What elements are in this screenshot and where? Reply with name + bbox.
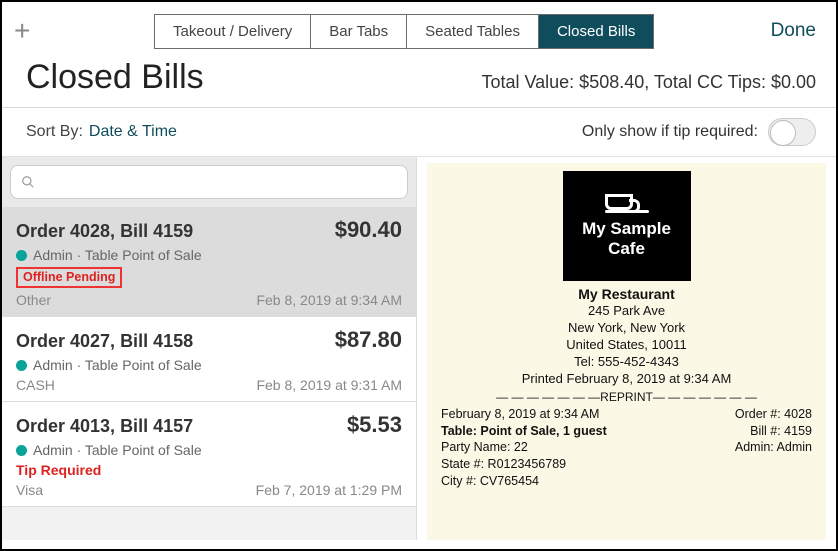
- tip-filter-toggle[interactable]: [768, 118, 816, 146]
- payment-method: Visa: [16, 482, 43, 498]
- status-dot-icon: [16, 360, 27, 371]
- receipt-left-line: City #: CV765454: [441, 473, 607, 490]
- tab-takeout-delivery[interactable]: Takeout / Delivery: [155, 15, 311, 48]
- controls-row: Sort By: Date & Time Only show if tip re…: [2, 108, 836, 157]
- receipt-left-line: Party Name: 22: [441, 439, 607, 456]
- brand-line2: Cafe: [582, 239, 671, 259]
- search-field[interactable]: [41, 174, 397, 191]
- bill-author: Admin · Table Point of Sale: [33, 357, 202, 373]
- done-button[interactable]: Done: [771, 20, 824, 42]
- bill-title: Order 4027, Bill 4158: [16, 331, 193, 352]
- receipt-left-line: February 8, 2019 at 9:34 AM: [441, 406, 607, 423]
- totals-summary: Total Value: $508.40, Total CC Tips: $0.…: [481, 72, 816, 93]
- status-dot-icon: [16, 445, 27, 456]
- receipt: My Sample Cafe My Restaurant 245 Park Av…: [427, 163, 826, 540]
- receipt-logo: My Sample Cafe: [563, 171, 691, 281]
- receipt-details: February 8, 2019 at 9:34 AM Table: Point…: [441, 406, 812, 490]
- bill-amount: $87.80: [335, 327, 402, 353]
- printed-line: Printed February 8, 2019 at 9:34 AM: [441, 371, 812, 388]
- receipt-pane: My Sample Cafe My Restaurant 245 Park Av…: [417, 157, 836, 540]
- search-input[interactable]: [10, 165, 408, 199]
- search-wrap: [2, 157, 416, 207]
- bill-timestamp: Feb 7, 2019 at 1:29 PM: [256, 482, 402, 498]
- receipt-right-line: Admin: Admin: [735, 439, 812, 456]
- tip-filter-label: Only show if tip required:: [582, 123, 758, 141]
- page-header: Closed Bills Total Value: $508.40, Total…: [2, 58, 836, 108]
- bill-amount: $5.53: [347, 412, 402, 438]
- sort-by-label: Sort By:: [26, 123, 83, 141]
- reprint-divider: — — — — — — —REPRINT— — — — — — —: [441, 390, 812, 404]
- saucer-icon: [605, 210, 649, 213]
- page-title: Closed Bills: [26, 58, 204, 97]
- tip-required-badge: Tip Required: [16, 462, 402, 478]
- bill-author: Admin · Table Point of Sale: [33, 247, 202, 263]
- receipt-left-line: Table: Point of Sale, 1 guest: [441, 423, 607, 440]
- payment-method: CASH: [16, 377, 55, 393]
- search-icon: [21, 175, 35, 189]
- bill-title: Order 4028, Bill 4159: [16, 221, 193, 242]
- bill-title: Order 4013, Bill 4157: [16, 416, 193, 437]
- tab-bar-tabs[interactable]: Bar Tabs: [311, 15, 407, 48]
- status-dot-icon: [16, 250, 27, 261]
- bill-author: Admin · Table Point of Sale: [33, 442, 202, 458]
- view-tabs: Takeout / Delivery Bar Tabs Seated Table…: [154, 14, 654, 49]
- addr-line: New York, New York: [441, 320, 812, 337]
- main-content: Order 4028, Bill 4159 $90.40 Admin · Tab…: [2, 157, 836, 540]
- brand-line1: My Sample: [582, 219, 671, 239]
- bill-list-pane: Order 4028, Bill 4159 $90.40 Admin · Tab…: [2, 157, 417, 540]
- tab-seated-tables[interactable]: Seated Tables: [407, 15, 539, 48]
- sort-by-value[interactable]: Date & Time: [89, 123, 177, 141]
- receipt-right-line: Order #: 4028: [735, 406, 812, 423]
- topbar: + Takeout / Delivery Bar Tabs Seated Tab…: [2, 2, 836, 58]
- receipt-left-line: State #: R0123456789: [441, 456, 607, 473]
- offline-pending-badge: Offline Pending: [16, 267, 122, 288]
- bill-timestamp: Feb 8, 2019 at 9:34 AM: [256, 292, 402, 308]
- addr-line: United States, 10011: [441, 337, 812, 354]
- bill-item[interactable]: Order 4013, Bill 4157 $5.53 Admin · Tabl…: [2, 402, 416, 507]
- tel-line: Tel: 555-452-4343: [441, 354, 812, 371]
- bill-item[interactable]: Order 4028, Bill 4159 $90.40 Admin · Tab…: [2, 207, 416, 317]
- tab-closed-bills[interactable]: Closed Bills: [539, 15, 653, 48]
- bill-amount: $90.40: [335, 217, 402, 243]
- bill-item[interactable]: Order 4027, Bill 4158 $87.80 Admin · Tab…: [2, 317, 416, 402]
- add-icon[interactable]: +: [14, 15, 44, 47]
- addr-line: 245 Park Ave: [441, 303, 812, 320]
- receipt-right-line: Bill #: 4159: [735, 423, 812, 440]
- bill-timestamp: Feb 8, 2019 at 9:31 AM: [256, 377, 402, 393]
- payment-method: Other: [16, 292, 51, 308]
- cup-icon: [605, 194, 633, 210]
- restaurant-name: My Restaurant: [441, 285, 812, 303]
